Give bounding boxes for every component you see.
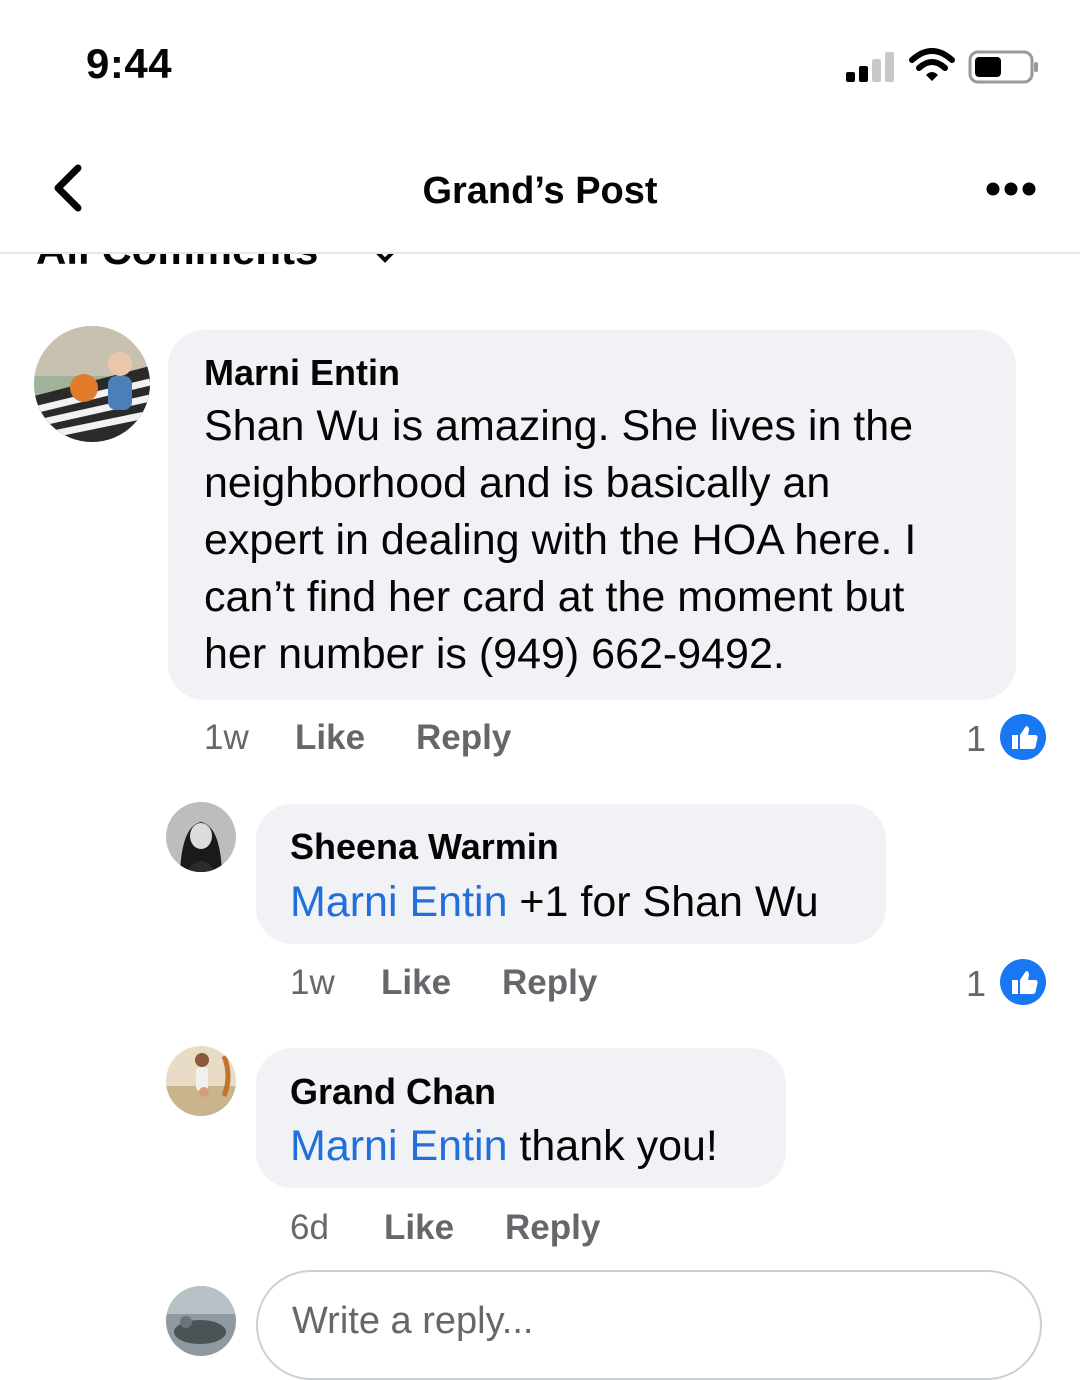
reply-input[interactable]: Write a reply... <box>256 1270 1042 1380</box>
status-time: 9:44 <box>86 40 173 87</box>
comment-text-line: can’t find her card at the moment but <box>204 573 905 621</box>
comment-meta: 1w <box>290 963 335 1003</box>
comment-author[interactable]: Grand Chan <box>290 1071 496 1113</box>
comment-meta: 6d <box>290 1208 329 1248</box>
post-header: Grand’s Post <box>0 140 1080 254</box>
reply-button[interactable]: Reply <box>416 718 511 758</box>
like-count[interactable]: 1 <box>966 963 986 1005</box>
avatar[interactable] <box>34 326 150 442</box>
page-title: Grand’s Post <box>422 170 658 212</box>
avatar[interactable] <box>166 802 236 872</box>
comment-time: 1w <box>290 963 335 1002</box>
wifi-icon <box>909 48 955 81</box>
avatar[interactable] <box>166 1046 236 1116</box>
comment-author[interactable]: Marni Entin <box>204 352 400 394</box>
comment-author[interactable]: Sheena Warmin <box>290 826 559 868</box>
current-user-avatar <box>166 1286 236 1356</box>
like-count[interactable]: 1 <box>966 718 986 760</box>
reply-button[interactable]: Reply <box>502 963 597 1003</box>
comment-time: 6d <box>290 1208 329 1247</box>
comment-text-line: her number is (949) 662-9492. <box>204 630 785 678</box>
mention-link[interactable]: Marni Entin <box>290 1122 507 1170</box>
comment-text: Shan Wu is amazing. She lives in the nei… <box>204 398 1004 683</box>
reply-button[interactable]: Reply <box>505 1208 600 1248</box>
mention-link[interactable]: Marni Entin <box>290 878 507 926</box>
reply-input-placeholder: Write a reply... <box>292 1300 534 1342</box>
comment-text-body: thank you! <box>507 1122 718 1170</box>
comment-time: 1w <box>204 718 249 757</box>
more-dots-icon[interactable] <box>986 180 1036 198</box>
comment-text-line: Shan Wu is amazing. She lives in the <box>204 402 914 450</box>
comment-text: Marni Entin +1 for Shan Wu <box>290 874 819 931</box>
comment-text: Marni Entin thank you! <box>290 1118 718 1175</box>
battery-icon <box>968 50 1038 84</box>
comment-meta: 1w <box>204 718 249 758</box>
like-thumb-icon <box>1000 714 1046 760</box>
signal-icon <box>846 52 894 82</box>
like-button[interactable]: Like <box>384 1208 454 1248</box>
like-button[interactable]: Like <box>295 718 365 758</box>
like-button[interactable]: Like <box>381 963 451 1003</box>
comment-text-line: expert in dealing with the HOA here. I <box>204 516 917 564</box>
comment-text-line: neighborhood and is basically an <box>204 459 831 507</box>
like-thumb-icon <box>1000 959 1046 1005</box>
comment-text-body: +1 for Shan Wu <box>507 878 819 926</box>
